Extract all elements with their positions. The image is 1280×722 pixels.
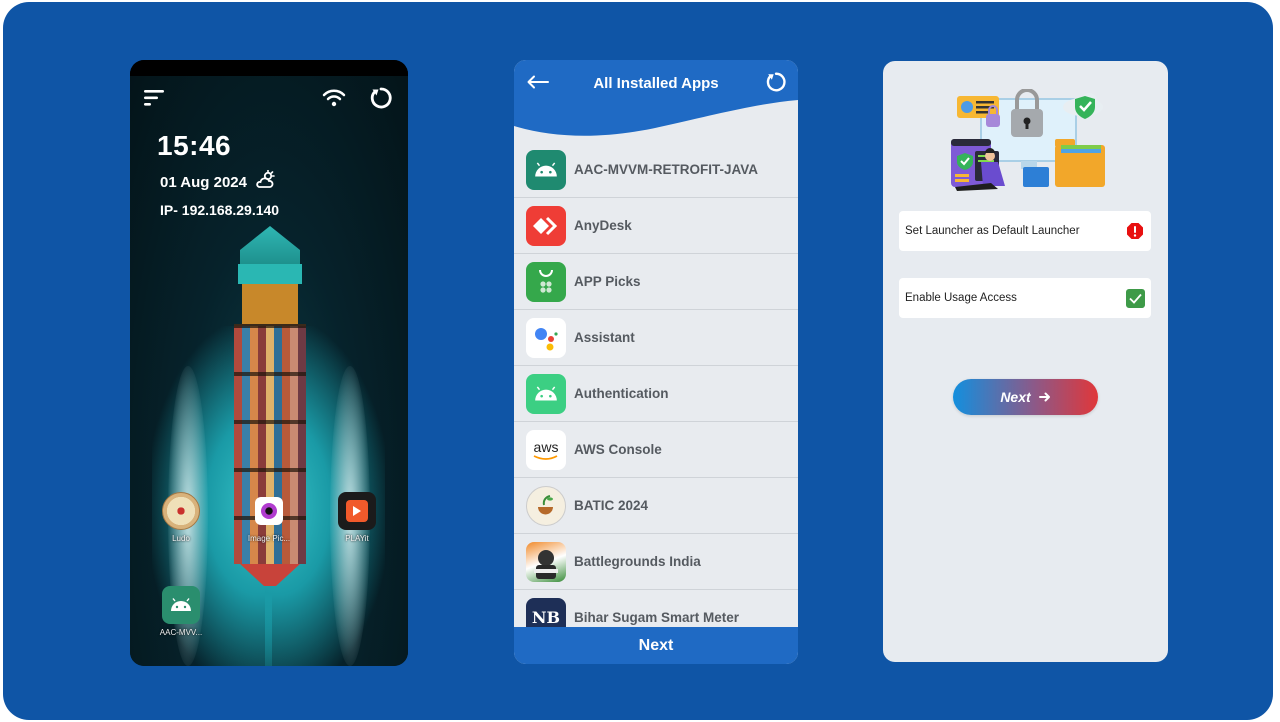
ship-deck xyxy=(242,284,298,324)
home-app-aac-mvvm[interactable]: AAC-MVV... xyxy=(146,586,216,637)
clock-time: 15:46 xyxy=(157,130,232,161)
bihar-icon-text: NB xyxy=(531,608,561,627)
list-item[interactable]: BATIC 2024 xyxy=(514,478,798,534)
date-row: 01 Aug 2024 xyxy=(160,169,275,194)
wifi-icon[interactable] xyxy=(321,86,347,110)
app-name: Authentication xyxy=(574,386,669,401)
home-app-image-picker[interactable]: Image Pic... xyxy=(234,492,304,543)
home-app-label: AAC-MVV... xyxy=(159,628,203,637)
list-item[interactable]: Authentication xyxy=(514,366,798,422)
app-name: AWS Console xyxy=(574,442,662,457)
home-app-playit[interactable]: PLAYit xyxy=(322,492,392,543)
bihar-meter-icon: NB xyxy=(526,597,566,627)
refresh-icon[interactable] xyxy=(368,85,394,111)
ship-bow xyxy=(240,226,300,266)
android-icon xyxy=(526,373,566,414)
permission-label: Set Launcher as Default Launcher xyxy=(905,225,1080,237)
home-top-bar xyxy=(130,76,408,120)
permission-default-launcher[interactable]: Set Launcher as Default Launcher xyxy=(899,211,1151,251)
home-app-ludo[interactable]: Ludo xyxy=(146,492,216,543)
permission-usage-access[interactable]: Enable Usage Access xyxy=(899,278,1151,318)
bgmi-icon xyxy=(526,541,566,582)
date-text: 01 Aug 2024 xyxy=(160,173,247,191)
ludo-icon xyxy=(162,492,200,530)
app-name: APP Picks xyxy=(574,274,641,289)
google-assistant-icon xyxy=(526,317,566,358)
app-list-phone: All Installed Apps AAC-MVVM-RETROFIT-JAV… xyxy=(514,60,798,664)
installed-apps-list[interactable]: AAC-MVVM-RETROFIT-JAVA AnyDesk APP Picks… xyxy=(514,142,798,627)
next-button[interactable]: Next xyxy=(514,627,798,664)
batic-icon xyxy=(526,485,566,526)
next-button[interactable]: Next xyxy=(953,379,1098,415)
permissions-phone: Set Launcher as Default Launcher Enable … xyxy=(883,61,1168,662)
ship-stern xyxy=(240,564,300,586)
list-item[interactable]: Assistant xyxy=(514,310,798,366)
list-item[interactable]: Battlegrounds India xyxy=(514,534,798,590)
list-item[interactable]: APP Picks xyxy=(514,254,798,310)
checkbox-checked-icon[interactable] xyxy=(1126,288,1145,308)
anydesk-icon xyxy=(526,205,566,246)
arrow-right-icon xyxy=(1038,389,1051,405)
home-app-label: Image Pic... xyxy=(247,534,291,543)
android-icon xyxy=(526,149,566,190)
page-title: All Installed Apps xyxy=(593,75,719,92)
home-app-label: Ludo xyxy=(172,534,190,543)
ip-address: IP- 192.168.29.140 xyxy=(160,202,280,218)
list-item[interactable]: NB Bihar Sugam Smart Meter xyxy=(514,590,798,627)
app-name: Battlegrounds India xyxy=(574,554,701,569)
app-name: BATIC 2024 xyxy=(574,498,649,513)
wallpaper xyxy=(130,76,408,666)
android-icon xyxy=(162,586,200,624)
refresh-icon[interactable] xyxy=(764,70,788,94)
aws-icon: aws xyxy=(526,429,566,470)
app-name: Assistant xyxy=(574,330,635,345)
list-item[interactable]: AAC-MVVM-RETROFIT-JAVA xyxy=(514,142,798,198)
playit-icon xyxy=(338,492,376,530)
app-name: AAC-MVVM-RETROFIT-JAVA xyxy=(574,162,758,177)
sort-icon[interactable] xyxy=(142,86,166,110)
list-item[interactable]: aws AWS Console xyxy=(514,422,798,478)
app-name: Bihar Sugam Smart Meter xyxy=(574,610,740,625)
app-list-header: All Installed Apps xyxy=(514,60,798,142)
app-picks-icon xyxy=(526,261,566,302)
home-screen-phone: 15:46 01 Aug 2024 IP- 192.168.29.140 Lud… xyxy=(130,60,408,666)
next-button-label: Next xyxy=(1000,389,1031,405)
app-name: AnyDesk xyxy=(574,218,632,233)
status-bar xyxy=(130,60,408,76)
warning-octagon-icon xyxy=(1125,221,1145,241)
presentation-background: 15:46 01 Aug 2024 IP- 192.168.29.140 Lud… xyxy=(3,2,1273,720)
ship-bridge xyxy=(238,264,302,284)
security-illustration xyxy=(951,89,1105,191)
permission-label: Enable Usage Access xyxy=(905,292,1017,304)
list-item[interactable]: AnyDesk xyxy=(514,198,798,254)
aws-icon-text: aws xyxy=(533,438,559,455)
home-app-label: PLAYit xyxy=(345,534,369,543)
image-picker-icon xyxy=(255,497,283,525)
header-wave xyxy=(514,60,798,136)
partly-cloudy-icon xyxy=(255,169,275,194)
